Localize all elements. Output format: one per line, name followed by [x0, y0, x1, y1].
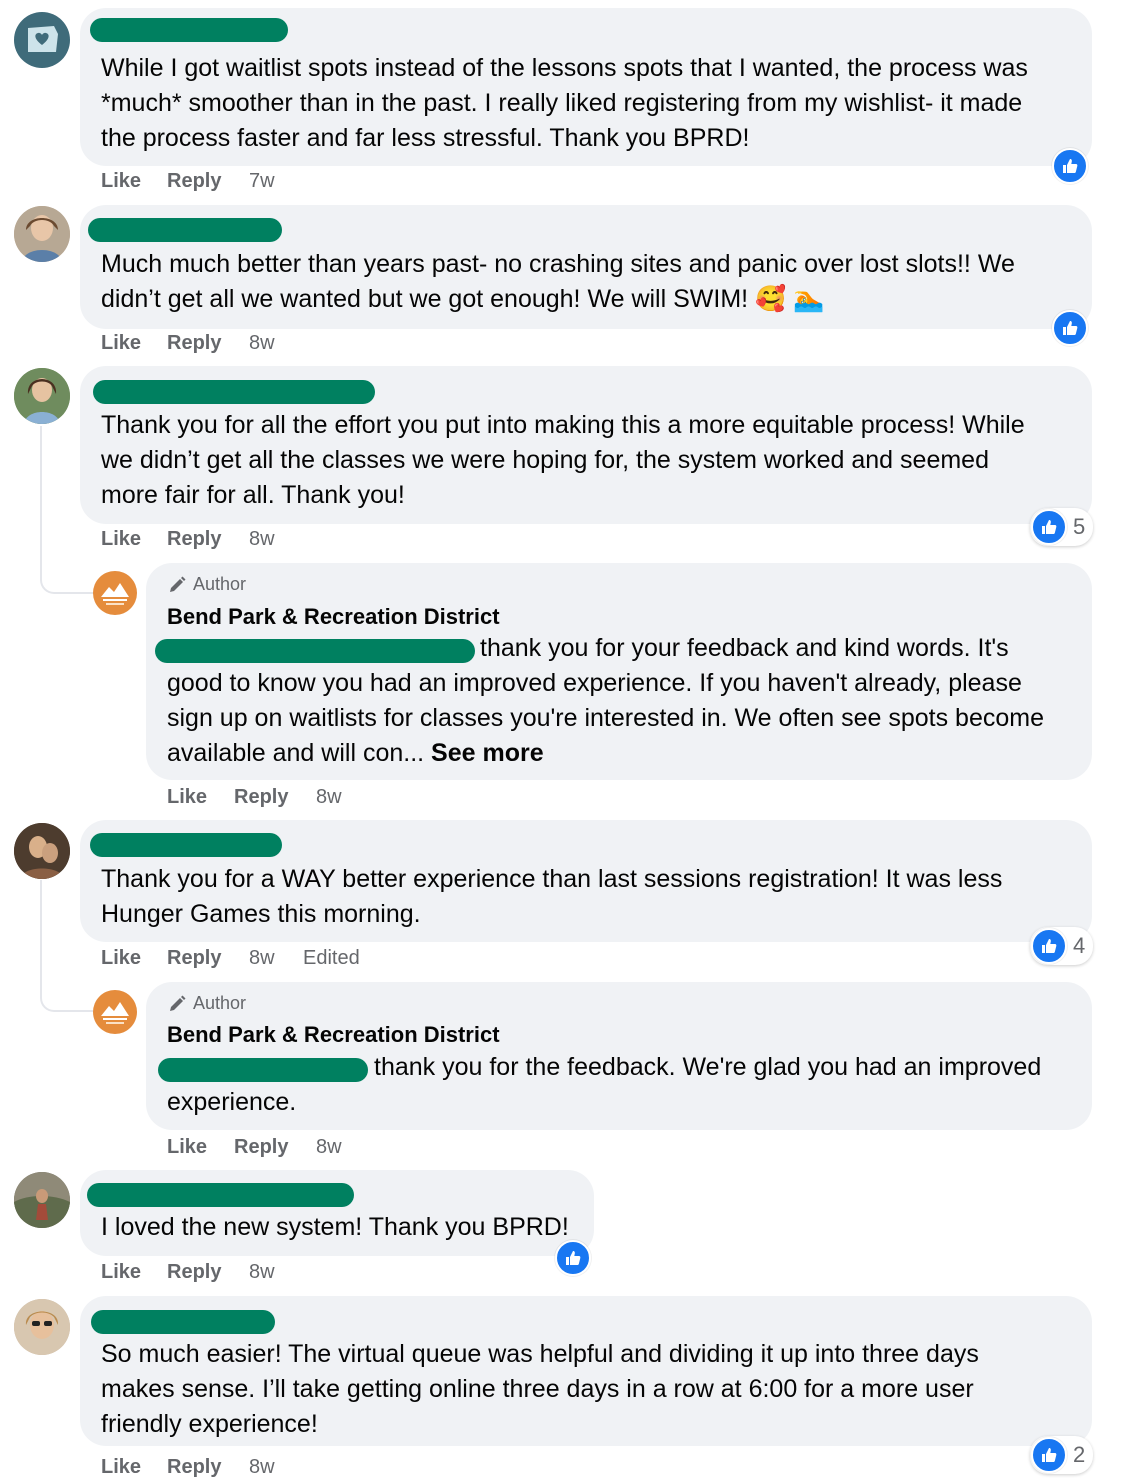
comment-text: Thank you for a WAY better experience th… [101, 865, 1003, 928]
comment-text: So much easier! The virtual queue was he… [101, 1340, 979, 1438]
bprd-logo-avatar[interactable] [93, 990, 137, 1034]
comment-text: Thank you for all the effort you put int… [101, 411, 1025, 509]
comment-actions: Like Reply 8w [101, 1456, 275, 1479]
timestamp[interactable]: 8w [249, 947, 303, 970]
reply-text: thank you for your feedback and kind wor… [480, 634, 1009, 662]
like-button[interactable]: Like [101, 947, 167, 970]
reaction-badge[interactable]: 2 [1030, 1436, 1094, 1474]
like-button[interactable]: Like [101, 170, 167, 193]
reply-button[interactable]: Reply [234, 786, 316, 809]
comment-text: Much much better than years past- no cra… [101, 250, 1015, 313]
mountain-logo-icon [101, 1002, 129, 1024]
avatar[interactable] [14, 823, 70, 879]
reply-button[interactable]: Reply [167, 170, 249, 193]
like-button[interactable]: Like [167, 786, 234, 809]
avatar[interactable] [14, 12, 70, 68]
reply-button[interactable]: Reply [167, 1261, 249, 1284]
avatar[interactable] [14, 1299, 70, 1355]
reaction-count: 2 [1073, 1442, 1086, 1467]
reply-actions: Like Reply 8w [167, 1136, 342, 1159]
reaction-badge[interactable]: 5 [1030, 508, 1094, 546]
comment-actions: Like Reply 8w Edited [101, 947, 360, 970]
timestamp[interactable]: 8w [249, 528, 275, 551]
like-button[interactable]: Like [101, 1456, 167, 1479]
author-tag: Author [167, 993, 246, 1014]
reply-actions: Like Reply 8w [167, 786, 342, 809]
reaction-badge[interactable] [1052, 148, 1088, 184]
reply-text: good to know you had an improved experie… [167, 669, 1044, 767]
reply-button[interactable]: Reply [167, 947, 249, 970]
edited-label[interactable]: Edited [303, 947, 360, 970]
comment-actions: Like Reply 8w [101, 528, 275, 551]
timestamp[interactable]: 8w [249, 332, 275, 355]
pencil-icon [170, 995, 186, 1011]
thumbs-up-icon [1042, 520, 1057, 534]
reply-button[interactable]: Reply [167, 528, 249, 551]
author-tag: Author [167, 574, 246, 595]
thumbs-up-icon [566, 1251, 581, 1265]
comment-actions: Like Reply 8w [101, 1261, 275, 1284]
redacted-mention[interactable] [158, 1058, 368, 1082]
reply-button[interactable]: Reply [167, 332, 249, 355]
reaction-badge[interactable] [555, 1240, 591, 1276]
avatar[interactable] [14, 368, 70, 424]
thumbs-up-icon [1063, 321, 1078, 335]
avatar[interactable] [14, 206, 70, 262]
profile-photo-icon [14, 1172, 70, 1228]
like-button[interactable]: Like [167, 1136, 234, 1159]
reply-button[interactable]: Reply [167, 1456, 249, 1479]
mountain-logo-icon [101, 583, 129, 605]
comment-actions: Like Reply 8w [101, 332, 275, 355]
profile-photo-icon [14, 823, 70, 879]
oregon-heart-icon [28, 26, 58, 52]
redacted-name[interactable] [87, 1183, 354, 1207]
see-more-link[interactable]: See more [431, 739, 544, 767]
redacted-name[interactable] [91, 1310, 275, 1334]
like-button[interactable]: Like [101, 528, 167, 551]
comment-text: I loved the new system! Thank you BPRD! [101, 1213, 569, 1241]
timestamp[interactable]: 8w [316, 1136, 342, 1159]
like-button[interactable]: Like [101, 1261, 167, 1284]
profile-photo-icon [14, 1299, 70, 1355]
redacted-name[interactable] [90, 18, 288, 42]
bprd-logo-avatar[interactable] [93, 571, 137, 615]
avatar[interactable] [14, 1172, 70, 1228]
reaction-count: 5 [1073, 514, 1086, 539]
reply-text: thank you for the feedback. We're glad y… [374, 1053, 1042, 1081]
comment-text: While I got waitlist spots instead of th… [101, 54, 1028, 152]
timestamp[interactable]: 8w [316, 786, 342, 809]
author-name[interactable]: Bend Park & Recreation District [167, 1022, 500, 1048]
timestamp[interactable]: 8w [249, 1456, 275, 1479]
timestamp[interactable]: 8w [249, 1261, 275, 1284]
profile-photo-icon [14, 206, 70, 262]
redacted-name[interactable] [93, 380, 375, 404]
reaction-count: 4 [1073, 933, 1086, 958]
thumbs-up-icon [1063, 159, 1078, 173]
pencil-icon [170, 576, 186, 592]
thumbs-up-icon [1042, 1448, 1057, 1462]
profile-photo-icon [14, 368, 70, 424]
reaction-badge[interactable] [1052, 310, 1088, 346]
reply-text: experience. [167, 1088, 297, 1116]
author-name[interactable]: Bend Park & Recreation District [167, 604, 500, 630]
redacted-mention[interactable] [155, 639, 475, 663]
thumbs-up-icon [1042, 939, 1057, 953]
like-button[interactable]: Like [101, 332, 167, 355]
redacted-name[interactable] [90, 833, 282, 857]
timestamp[interactable]: 7w [249, 170, 275, 193]
reply-button[interactable]: Reply [234, 1136, 316, 1159]
reaction-badge[interactable]: 4 [1030, 927, 1094, 965]
redacted-name[interactable] [88, 218, 282, 242]
comment-actions: Like Reply 7w [101, 170, 275, 193]
